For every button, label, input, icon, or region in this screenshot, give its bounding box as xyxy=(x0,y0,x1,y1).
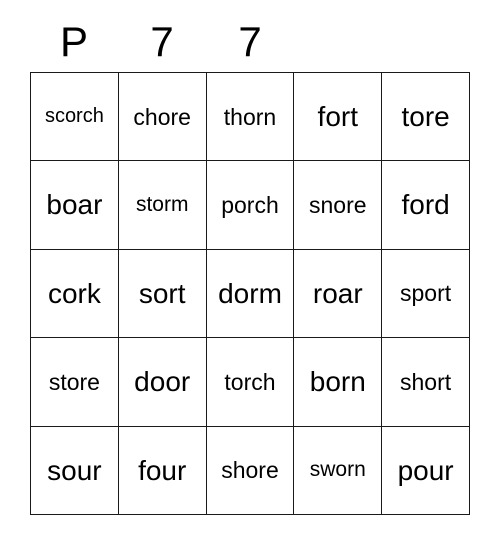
bingo-cell-word: pour xyxy=(397,454,454,486)
header-letter-1: P xyxy=(59,18,88,65)
bingo-cell[interactable]: cork xyxy=(31,249,119,339)
header-letter-5 xyxy=(382,14,470,70)
bingo-cell[interactable]: boar xyxy=(31,161,119,250)
bingo-cell-word: chore xyxy=(133,103,191,130)
bingo-header-row: P 7 7 xyxy=(30,14,470,70)
bingo-cell[interactable]: porch xyxy=(206,161,295,250)
bingo-grid: scorch chore thorn fort tore boar storm … xyxy=(30,72,470,515)
header-letter-4 xyxy=(294,14,382,70)
bingo-cell[interactable]: roar xyxy=(294,249,383,339)
header-letter-3: 7 xyxy=(238,18,262,65)
bingo-cell-word: boar xyxy=(46,189,103,221)
bingo-cell-word: ford xyxy=(401,189,450,221)
bingo-cell[interactable]: short xyxy=(382,338,470,427)
bingo-cell-word: sort xyxy=(138,277,186,309)
bingo-cell-word: fort xyxy=(317,101,359,132)
bingo-cell[interactable]: thorn xyxy=(206,73,295,162)
bingo-cell-word: dorm xyxy=(218,277,282,309)
bingo-cell[interactable]: sport xyxy=(382,249,470,339)
bingo-cell[interactable]: fort xyxy=(294,73,383,162)
bingo-cell[interactable]: snore xyxy=(294,161,383,250)
bingo-cell-word: scorch xyxy=(44,105,104,128)
header-letter-2: 7 xyxy=(150,18,174,65)
bingo-cell-word: four xyxy=(138,454,187,486)
bingo-cell[interactable]: sworn xyxy=(294,426,383,515)
bingo-cell-word: roar xyxy=(312,277,363,309)
bingo-cell-word: sour xyxy=(47,454,102,486)
bingo-cell[interactable]: ford xyxy=(382,161,470,250)
bingo-cell-word: sport xyxy=(400,280,452,307)
bingo-cell-word: porch xyxy=(221,192,279,219)
bingo-cell[interactable]: scorch xyxy=(31,73,119,162)
bingo-cell-word: cork xyxy=(47,277,101,309)
bingo-cell[interactable]: dorm xyxy=(206,249,295,339)
bingo-cell-word: door xyxy=(134,366,191,398)
bingo-cell-word: store xyxy=(48,368,100,395)
bingo-cell-word: born xyxy=(309,366,366,398)
bingo-cell-word: sworn xyxy=(309,458,366,482)
bingo-cell[interactable]: torch xyxy=(206,338,295,427)
bingo-cell-word: storm xyxy=(135,193,189,217)
bingo-cell-word: tore xyxy=(401,101,450,132)
bingo-cell[interactable]: door xyxy=(118,338,207,427)
bingo-cell[interactable]: tore xyxy=(382,73,470,162)
bingo-cell[interactable]: sour xyxy=(31,426,119,515)
bingo-cell-word: shore xyxy=(221,457,279,484)
bingo-cell-word: snore xyxy=(309,192,367,219)
bingo-cell[interactable]: sort xyxy=(118,249,207,339)
bingo-cell[interactable]: born xyxy=(294,338,383,427)
bingo-cell[interactable]: chore xyxy=(118,73,207,162)
bingo-cell-word: short xyxy=(400,368,452,395)
bingo-cell[interactable]: store xyxy=(31,338,119,427)
bingo-cell[interactable]: storm xyxy=(118,161,207,250)
bingo-cell-word: torch xyxy=(224,368,276,395)
bingo-cell[interactable]: pour xyxy=(382,426,470,515)
bingo-cell-word: thorn xyxy=(223,103,277,130)
bingo-card: P 7 7 scorch chore thorn fort tore boar … xyxy=(0,0,500,544)
bingo-cell[interactable]: shore xyxy=(206,426,295,515)
bingo-cell[interactable]: four xyxy=(118,426,207,515)
